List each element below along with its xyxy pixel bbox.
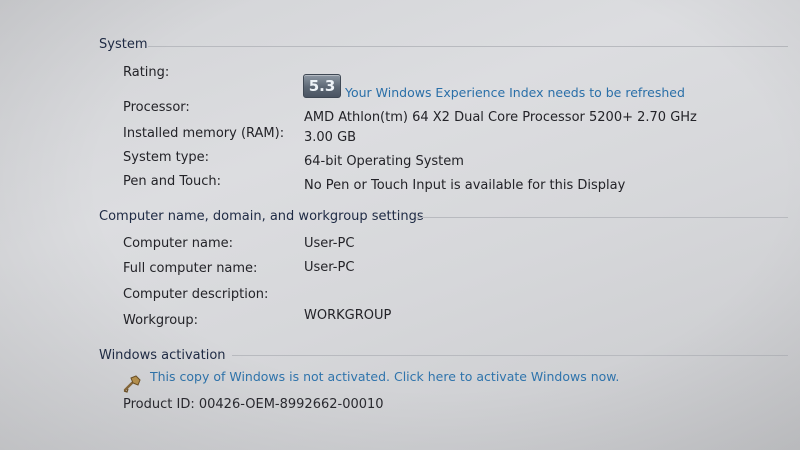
experience-index-score[interactable]: 5.3 <box>303 74 341 98</box>
full-computer-name-label: Full computer name: <box>123 261 258 276</box>
system-section-divider <box>148 46 788 47</box>
workgroup-label: Workgroup: <box>123 313 199 328</box>
product-id: Product ID: 00426-OEM-8992662-00010 <box>123 397 384 412</box>
computer-name-section-divider <box>416 217 788 218</box>
workgroup-value: WORKGROUP <box>304 308 392 323</box>
computer-description-label: Computer description: <box>123 287 269 302</box>
rating-label: Rating: <box>123 65 170 80</box>
experience-index-link[interactable]: Your Windows Experience Index needs to b… <box>345 85 685 100</box>
activation-shield-icon[interactable] <box>122 374 144 394</box>
activation-section-header: Windows activation <box>99 348 226 363</box>
system-type-label: System type: <box>123 150 210 165</box>
memory-label: Installed memory (RAM): <box>123 126 285 141</box>
activation-section-divider <box>232 355 788 356</box>
processor-label: Processor: <box>123 100 190 115</box>
pen-touch-value: No Pen or Touch Input is available for t… <box>304 178 626 193</box>
system-type-value: 64-bit Operating System <box>304 154 464 169</box>
memory-value: 3.00 GB <box>304 130 357 145</box>
pen-touch-label: Pen and Touch: <box>123 174 222 189</box>
computer-name-value: User-PC <box>304 236 355 251</box>
computer-name-label: Computer name: <box>123 236 234 251</box>
processor-value: AMD Athlon(tm) 64 X2 Dual Core Processor… <box>304 110 697 125</box>
activate-windows-link[interactable]: This copy of Windows is not activated. C… <box>150 369 619 384</box>
computer-name-section-header: Computer name, domain, and workgroup set… <box>99 209 424 224</box>
product-id-value: 00426-OEM-8992662-00010 <box>198 397 384 412</box>
product-id-label: Product ID: <box>123 397 199 412</box>
system-section-header: System <box>99 37 148 52</box>
full-computer-name-value: User-PC <box>304 260 355 275</box>
system-properties-panel: System Rating: 5.3 Your Windows Experien… <box>0 0 800 450</box>
